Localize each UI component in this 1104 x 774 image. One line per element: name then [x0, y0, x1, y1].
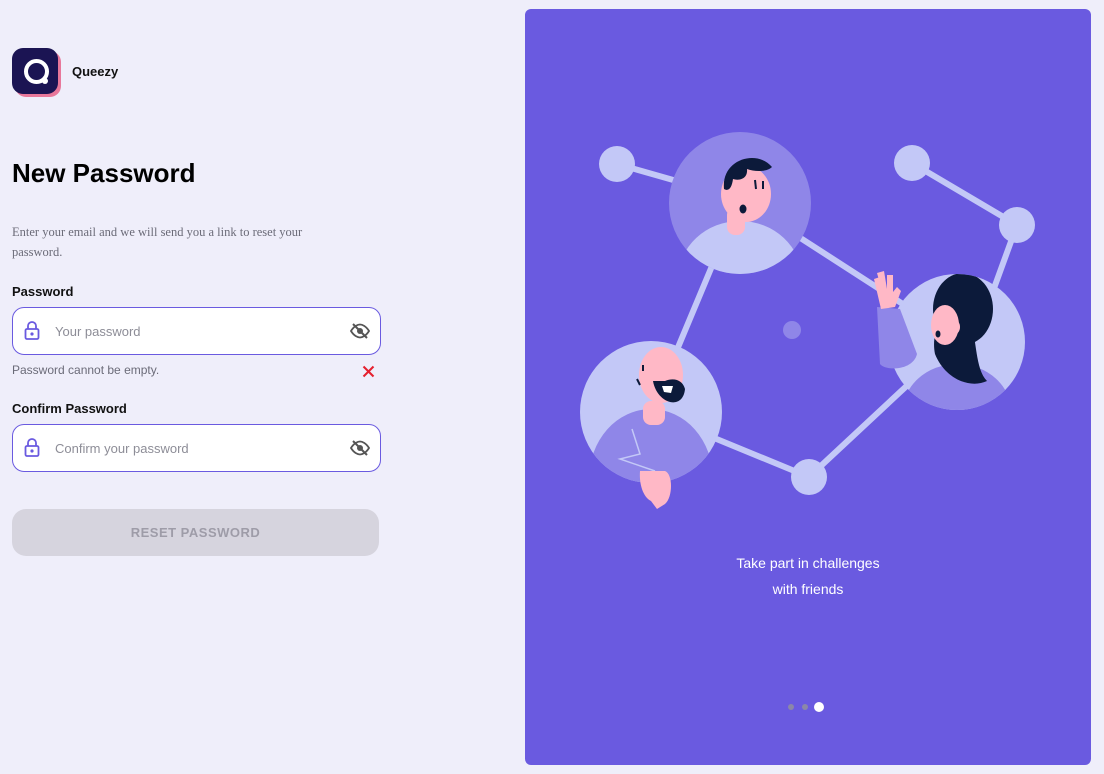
password-label: Password	[12, 284, 74, 299]
carousel-indicator	[788, 698, 832, 716]
hero-caption-line-1: Take part in challenges	[736, 555, 880, 571]
brand-name: Queezy	[72, 64, 119, 79]
page-title: New Password	[12, 158, 196, 188]
app-logo	[12, 48, 58, 94]
hero-caption: Take part in challenges with friends	[525, 550, 1091, 602]
confirm-password-field-container	[12, 424, 381, 472]
friends-network-illustration	[580, 132, 1035, 509]
password-error-message: Password cannot be empty.	[12, 363, 160, 377]
error-close-icon	[362, 365, 375, 378]
confirm-password-input[interactable]	[55, 433, 335, 463]
password-field-container	[12, 307, 381, 355]
eye-off-icon[interactable]	[350, 323, 370, 339]
lock-icon	[24, 438, 40, 457]
hero-panel: Take part in challenges with friends	[525, 9, 1091, 765]
carousel-dot-active[interactable]	[814, 701, 824, 712]
confirm-password-label: Confirm Password	[12, 401, 127, 416]
password-input[interactable]	[55, 316, 335, 346]
hero-caption-line-2: with friends	[772, 581, 844, 597]
eye-off-icon[interactable]	[350, 440, 370, 456]
carousel-dot[interactable]	[788, 703, 794, 710]
page-description: Enter your email and we will send you a …	[12, 225, 303, 259]
reset-password-button[interactable]: RESET PASSWORD	[12, 509, 379, 556]
carousel-dot[interactable]	[802, 703, 808, 710]
lock-icon	[24, 321, 40, 340]
